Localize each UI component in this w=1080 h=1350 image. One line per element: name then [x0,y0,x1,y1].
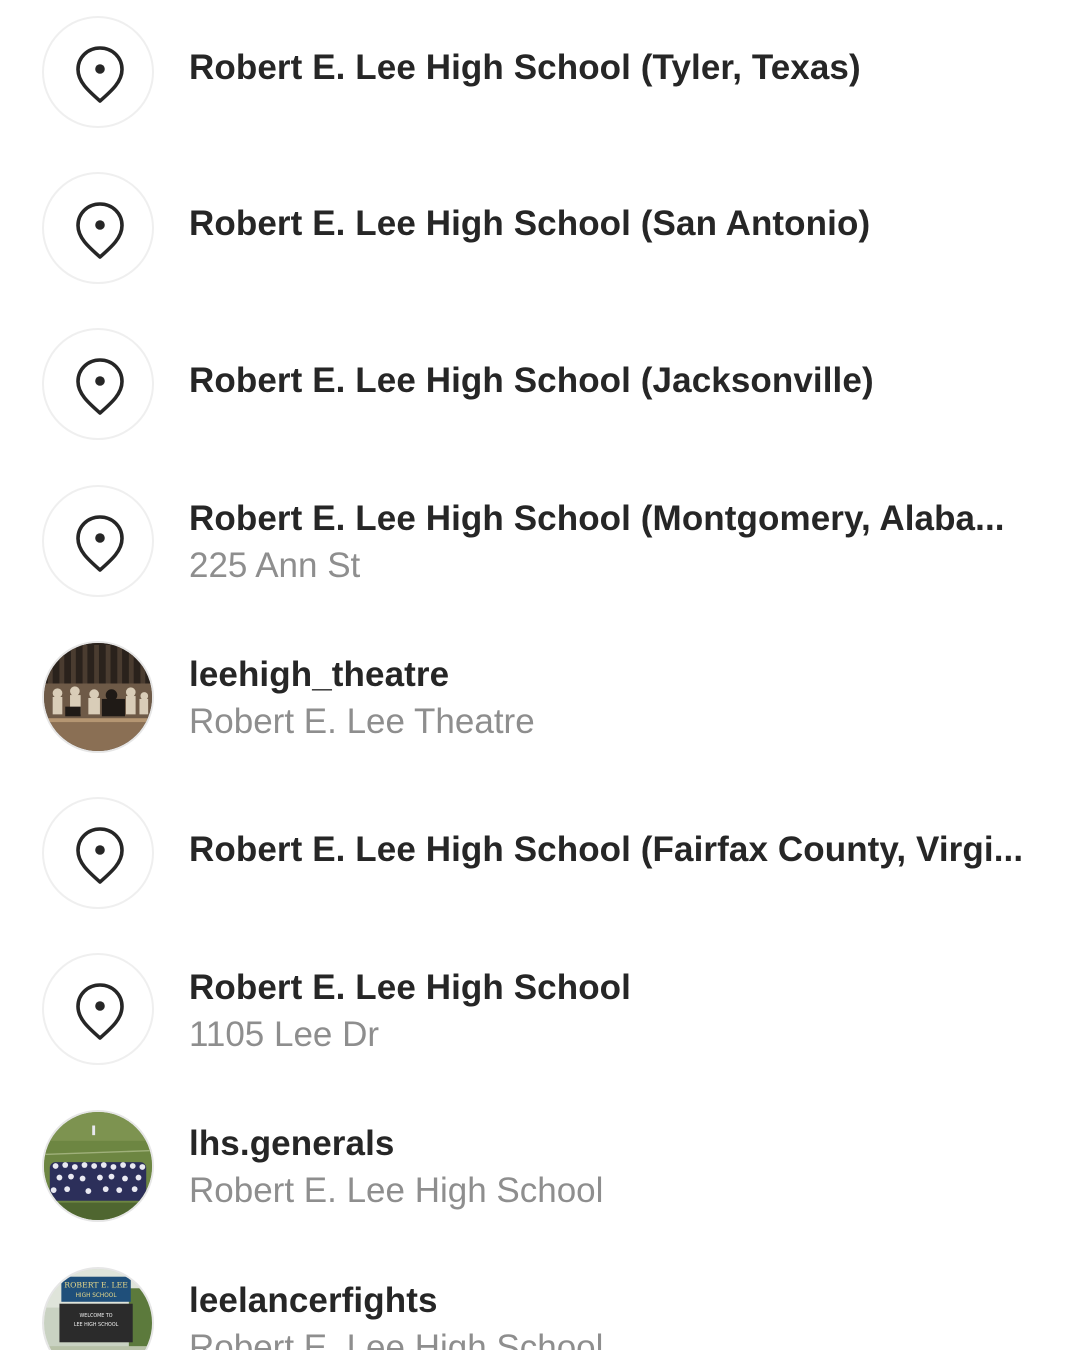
result-subtitle: 225 Ann St [189,546,361,585]
result-subtitle: Robert E. Lee High School [189,1328,604,1350]
place-avatar [42,797,154,909]
result-title: Robert E. Lee High School (San Antonio) [189,204,871,243]
result-title: leehigh_theatre [189,655,450,694]
location-pin-icon [76,827,124,884]
place-avatar [42,485,154,597]
profile-avatar: ROBERT E. LEE HIGH SCHOOL WELCOME TO LEE… [42,1267,154,1350]
result-row-place[interactable]: Robert E. Lee High School (Montgomery, A… [0,468,1080,624]
place-avatar [42,953,154,1065]
sign-line-4: LEE HIGH SCHOOL [74,1322,119,1328]
result-title: leelancerfights [189,1281,438,1320]
result-title: Robert E. Lee High School (Fairfax Count… [189,830,1024,869]
sign-line-3: WELCOME TO [80,1313,113,1319]
search-results-list: Robert E. Lee High School (Tyler, Texas)… [0,0,1080,1350]
location-pin-icon [76,358,124,415]
result-subtitle: 1105 Lee Dr [189,1015,380,1054]
result-title: Robert E. Lee High School (Montgomery, A… [189,499,1005,538]
marching-band-photo [44,1112,152,1220]
location-pin-icon [76,983,124,1040]
theatre-stage-photo [44,643,152,751]
sign-line-2: HIGH SCHOOL [76,1293,118,1299]
result-subtitle: Robert E. Lee High School [189,1171,604,1210]
place-avatar [42,16,154,128]
location-pin-icon [76,46,124,103]
school-sign-photo: ROBERT E. LEE HIGH SCHOOL WELCOME TO LEE… [44,1269,152,1350]
result-row-place[interactable]: Robert E. Lee High School (San Antonio) [0,156,1080,312]
result-title: lhs.generals [189,1124,395,1163]
result-row-account[interactable]: lhs.generals Robert E. Lee High School [0,1092,1080,1248]
result-subtitle: Robert E. Lee Theatre [189,702,535,741]
result-row-place[interactable]: Robert E. Lee High School (Tyler, Texas) [0,0,1080,156]
place-avatar [42,172,154,284]
result-row-place[interactable]: Robert E. Lee High School 1105 Lee Dr [0,936,1080,1092]
result-title: Robert E. Lee High School (Tyler, Texas) [189,48,861,87]
place-avatar [42,328,154,440]
profile-avatar [42,1110,154,1222]
location-pin-icon [76,515,124,572]
result-row-account[interactable]: leehigh_theatre Robert E. Lee Theatre [0,624,1080,780]
result-row-account[interactable]: ROBERT E. LEE HIGH SCHOOL WELCOME TO LEE… [0,1248,1080,1350]
result-title: Robert E. Lee High School [189,968,631,1007]
location-pin-icon [76,202,124,259]
result-row-place[interactable]: Robert E. Lee High School (Jacksonville) [0,312,1080,468]
sign-line-1: ROBERT E. LEE [64,1280,128,1289]
result-title: Robert E. Lee High School (Jacksonville) [189,361,874,400]
profile-avatar [42,641,154,753]
result-row-place[interactable]: Robert E. Lee High School (Fairfax Count… [0,780,1080,936]
